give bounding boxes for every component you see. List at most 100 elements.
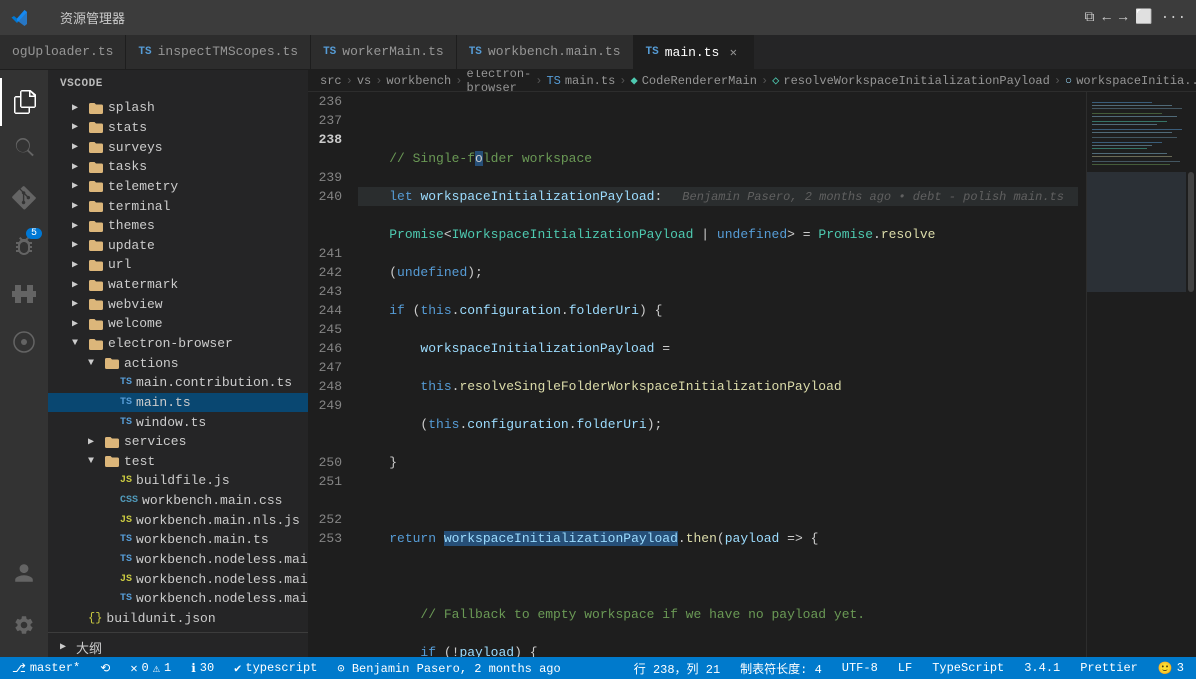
sidebar-item-url[interactable]: ▶ url xyxy=(48,255,308,275)
tab-workermain[interactable]: TS workerMain.ts xyxy=(311,35,457,69)
file-label: workbench.nodeless.main... xyxy=(136,572,308,587)
sidebar-item-update[interactable]: ▶ update xyxy=(48,235,308,255)
sidebar-file-window[interactable]: ▶ TS window.ts xyxy=(48,412,308,432)
arrow-icon: ▶ xyxy=(72,121,88,133)
code-line-240: workspaceInitializationPayload = xyxy=(358,339,1078,358)
folder-label: electron-browser xyxy=(108,336,233,351)
sidebar-file-buildfile[interactable]: ▶ JS buildfile.js xyxy=(48,471,308,491)
sidebar-file-main-ts[interactable]: ▶ TS main.ts xyxy=(48,393,308,413)
tab-maints[interactable]: TS main.ts ✕ xyxy=(634,35,755,69)
tab-inspecttm[interactable]: TS inspectTMScopes.ts xyxy=(126,35,311,69)
nav-back-icon[interactable]: ← xyxy=(1103,10,1111,26)
file-label: main.contribution.ts xyxy=(136,375,292,390)
status-errors[interactable]: ✕ 0 ⚠ 1 xyxy=(126,661,175,676)
code-line-244 xyxy=(358,567,1078,586)
sidebar-item-test[interactable]: ▼ test xyxy=(48,452,308,472)
status-version[interactable]: 3.4.1 xyxy=(1020,661,1064,675)
sidebar-header: VSCODE xyxy=(48,70,308,98)
sidebar-item-actions[interactable]: ▼ actions xyxy=(48,353,308,373)
status-encoding[interactable]: UTF-8 xyxy=(838,661,882,675)
status-typescript[interactable]: ✔ typescript xyxy=(230,661,321,676)
sidebar-item-telemetry[interactable]: ▶ telemetry xyxy=(48,177,308,197)
status-char-length[interactable]: 制表符长度: 4 xyxy=(736,660,826,677)
activity-item-explorer[interactable] xyxy=(0,78,48,126)
ts-file-badge: TS xyxy=(120,554,132,565)
sidebar-item-watermark[interactable]: ▶ watermark xyxy=(48,275,308,295)
breadcrumb-sep: › xyxy=(346,74,353,88)
status-line-ending[interactable]: LF xyxy=(894,661,916,675)
folder-label: webview xyxy=(108,297,163,312)
activity-item-extensions[interactable] xyxy=(0,270,48,318)
error-count: 0 xyxy=(142,661,149,675)
activity-item-remote[interactable] xyxy=(0,318,48,366)
layout-icon[interactable]: ⬜ xyxy=(1135,9,1152,26)
sidebar-file-workbench-nodeless-2[interactable]: ▶ JS workbench.nodeless.main... xyxy=(48,569,308,589)
breadcrumb-workbench: workbench xyxy=(386,74,451,88)
ts-file-badge: TS xyxy=(120,417,132,428)
info-icon: ℹ xyxy=(191,661,196,676)
sidebar-item-splash[interactable]: ▶ splash xyxy=(48,98,308,118)
arrow-icon: ▶ xyxy=(72,200,88,212)
status-formatter[interactable]: Prettier xyxy=(1076,661,1142,675)
status-emoji[interactable]: 🙂 3 xyxy=(1154,661,1188,676)
status-git-author[interactable]: ⊙ Benjamin Pasero, 2 months ago xyxy=(333,661,564,676)
vertical-scrollbar[interactable] xyxy=(1186,92,1196,657)
status-branch[interactable]: ⎇ master* xyxy=(8,661,84,676)
sidebar-file-workbench-main-css[interactable]: ▶ CSS workbench.main.css xyxy=(48,491,308,511)
close-tab-icon[interactable]: ✕ xyxy=(725,44,741,60)
language-label: TypeScript xyxy=(932,661,1004,675)
sidebar-file-buildunit-json[interactable]: ▶ {} buildunit.json xyxy=(48,609,308,629)
sidebar-item-welcome[interactable]: ▶ welcome xyxy=(48,314,308,334)
sidebar-file-workbench-main-ts[interactable]: ▶ TS workbench.main.ts xyxy=(48,530,308,550)
activity-item-accounts[interactable] xyxy=(0,549,48,597)
folder-label: test xyxy=(124,454,155,469)
sidebar-file-main-contribution[interactable]: ▶ TS main.contribution.ts xyxy=(48,373,308,393)
split-editor-icon[interactable]: ⧉ xyxy=(1085,10,1095,26)
code-line-241: } xyxy=(358,453,1078,472)
activity-item-git[interactable] xyxy=(0,174,48,222)
sidebar-item-surveys[interactable]: ▶ surveys xyxy=(48,137,308,157)
status-bar-right: 行 238，列 21 制表符长度: 4 UTF-8 LF TypeScript … xyxy=(630,660,1188,677)
arrow-icon: ▶ xyxy=(72,279,88,291)
sidebar-item-webview[interactable]: ▶ webview xyxy=(48,294,308,314)
breadcrumb-sep: › xyxy=(619,74,626,88)
status-info[interactable]: ℹ 30 xyxy=(187,661,218,676)
title-bar-controls[interactable]: ⧉ ← → ⬜ ··· xyxy=(1085,9,1186,26)
file-label: workbench.main.ts xyxy=(136,532,269,547)
breadcrumb-sep: › xyxy=(375,74,382,88)
sidebar-item-outline[interactable]: ▶ 大纲 xyxy=(48,637,308,657)
more-icon[interactable]: ··· xyxy=(1161,10,1186,26)
breadcrumb-vs: vs xyxy=(357,74,371,88)
sidebar-file-workbench-nodeless-1[interactable]: ▶ TS workbench.nodeless.main... xyxy=(48,550,308,570)
sidebar-item-services[interactable]: ▶ services xyxy=(48,432,308,452)
sidebar: VSCODE ▶ splash ▶ stats ▶ surveys ▶ task… xyxy=(48,70,308,657)
tab-workbenchmain[interactable]: TS workbench.main.ts xyxy=(457,35,634,69)
file-label: main.ts xyxy=(136,395,191,410)
sidebar-item-tasks[interactable]: ▶ tasks xyxy=(48,157,308,177)
activity-item-settings[interactable] xyxy=(0,601,48,649)
sidebar-item-stats[interactable]: ▶ stats xyxy=(48,118,308,138)
sidebar-file-workbench-nodeless-3[interactable]: ▶ TS workbench.nodeless.main.ts xyxy=(48,589,308,609)
editor-scroll[interactable]: 236 237 238 239 240 241 242 243 244 245 … xyxy=(308,92,1086,657)
folder-label: stats xyxy=(108,120,147,135)
status-sync[interactable]: ⟲ xyxy=(96,661,114,676)
file-label: workbench.main.nls.js xyxy=(136,513,300,528)
activity-item-search[interactable] xyxy=(0,126,48,174)
status-language[interactable]: TypeScript xyxy=(928,661,1008,675)
git-author-label: ⊙ Benjamin Pasero, 2 months ago xyxy=(337,661,560,676)
sidebar-item-themes[interactable]: ▶ themes xyxy=(48,216,308,236)
sidebar-item-electron-browser[interactable]: ▼ electron-browser xyxy=(48,334,308,354)
arrow-icon: ▶ xyxy=(72,141,88,153)
line-ending-label: LF xyxy=(898,661,912,675)
breadcrumb-sep: › xyxy=(535,74,542,88)
warning-icon: ⚠ xyxy=(153,661,160,676)
activity-item-debug[interactable]: 5 xyxy=(0,222,48,270)
sidebar-file-workbench-main-nls[interactable]: ▶ JS workbench.main.nls.js xyxy=(48,510,308,530)
status-cursor[interactable]: 行 238，列 21 xyxy=(630,660,724,677)
tab-loguploader[interactable]: ogUploader.ts xyxy=(0,35,126,69)
breadcrumb-sep: › xyxy=(761,74,768,88)
folder-label: terminal xyxy=(108,199,170,214)
nav-forward-icon[interactable]: → xyxy=(1119,10,1127,26)
error-icon: ✕ xyxy=(130,661,137,676)
sidebar-item-terminal[interactable]: ▶ terminal xyxy=(48,196,308,216)
